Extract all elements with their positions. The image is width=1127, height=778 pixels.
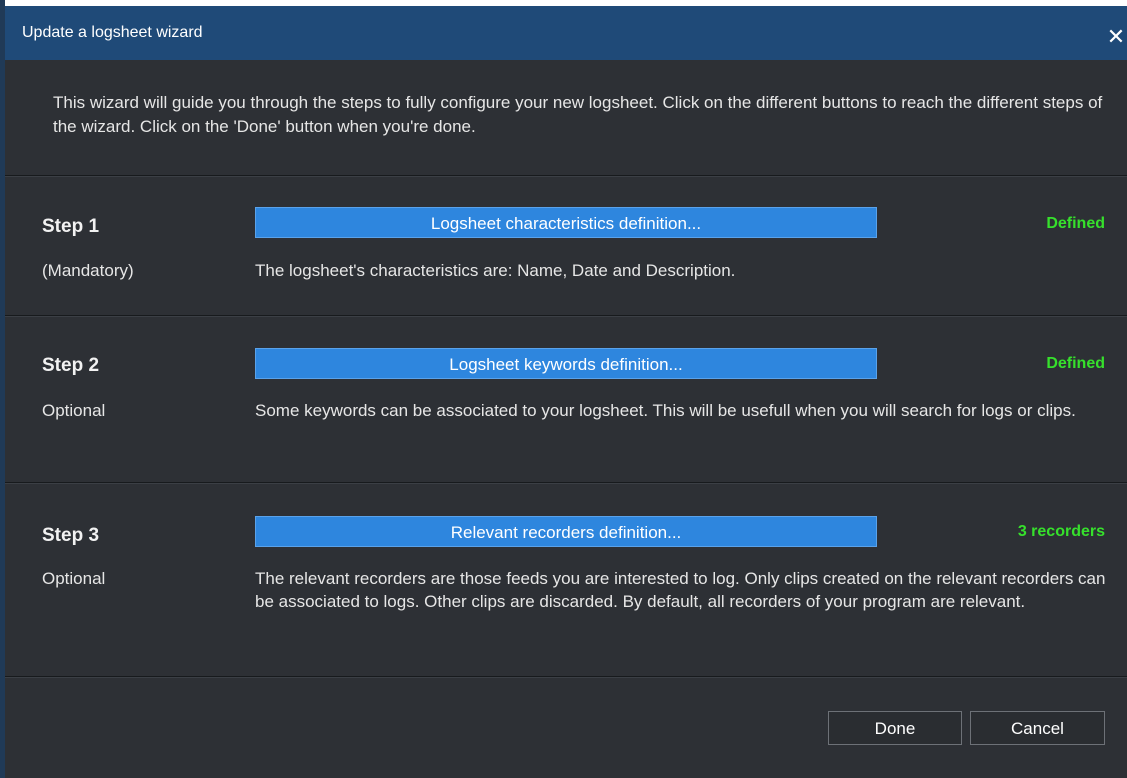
wizard-dialog: Update a logsheet wizard ✕ This wizard w… (0, 0, 1127, 778)
step-1-label: Step 1 (42, 216, 100, 237)
dialog-title: Update a logsheet wizard (22, 24, 203, 41)
divider (5, 315, 1127, 317)
divider (5, 175, 1127, 177)
step-3-label: Step 3 (42, 525, 100, 546)
divider (5, 676, 1127, 678)
intro-text: This wizard will guide you through the s… (53, 93, 1103, 136)
step-1-requirement: (Mandatory) (42, 261, 134, 280)
done-button[interactable]: Done (828, 711, 962, 745)
step-2-status: Defined (1046, 355, 1105, 372)
step-3-requirement: Optional (42, 569, 106, 588)
title-bar: Update a logsheet wizard ✕ (5, 0, 1127, 60)
logsheet-characteristics-button[interactable]: Logsheet characteristics definition... (255, 207, 877, 238)
step-2-requirement: Optional (42, 401, 106, 420)
step-1-description: The logsheet's characteristics are: Name… (255, 261, 736, 280)
cancel-button[interactable]: Cancel (970, 711, 1105, 745)
logsheet-keywords-button[interactable]: Logsheet keywords definition... (255, 348, 877, 379)
relevant-recorders-button[interactable]: Relevant recorders definition... (255, 516, 877, 547)
close-icon[interactable]: ✕ (1105, 26, 1127, 48)
step-2-description: Some keywords can be associated to your … (255, 401, 1076, 420)
step-2-label: Step 2 (42, 355, 100, 376)
step-3-status: 3 recorders (1017, 523, 1105, 540)
step-3-description: The relevant recorders are those feeds y… (255, 569, 1106, 611)
step-1-status: Defined (1046, 215, 1105, 232)
divider (5, 482, 1127, 484)
